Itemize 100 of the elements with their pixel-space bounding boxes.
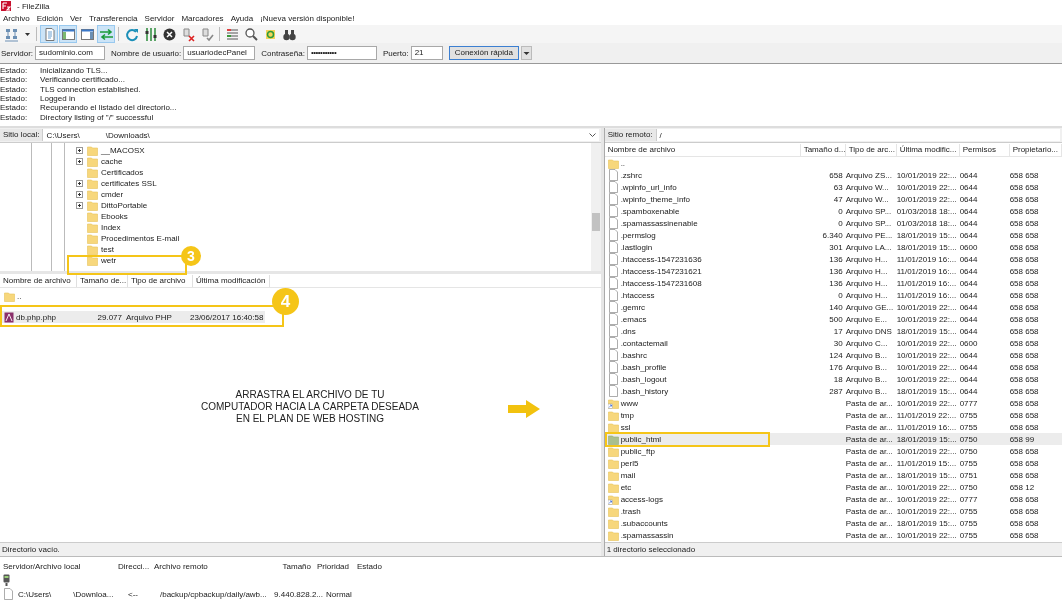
file-row[interactable]: public_html Pasta de ar... 18/01/2019 15:... 0750 658 99 xyxy=(604,433,1062,445)
path-field[interactable]: / xyxy=(656,129,1060,141)
column-header[interactable]: Tamaño d... xyxy=(800,143,846,156)
file-icon xyxy=(607,361,619,373)
file-row[interactable]: .. xyxy=(604,157,1062,169)
table-cell-text: 658 658 xyxy=(1009,326,1040,336)
folder-shortcut-icon xyxy=(607,493,619,505)
column-header[interactable]: Propietario... xyxy=(1009,143,1062,156)
menu-item[interactable]: Transferencia xyxy=(88,14,138,23)
menu-item[interactable]: Archivo xyxy=(3,14,30,23)
tree-item[interactable]: __MACOSX xyxy=(101,146,145,155)
file-row[interactable]: .htaccess-1547231621 136 Arquivo H... 11/01/2019 16:... 0644 658 658 xyxy=(604,265,1062,277)
file-row[interactable]: .permslog 6.340 Arquivo PE... 18/01/2019 15:... 0644 658 658 xyxy=(604,229,1062,241)
file-row[interactable]: .subaccounts Pasta de ar... 18/01/2019 15:... 0755 658 658 xyxy=(604,517,1062,529)
file-row[interactable]: .dns 17 Arquivo DNS 18/01/2019 15:... 0644 658 658 xyxy=(604,325,1062,337)
menu-item[interactable]: Marcadores xyxy=(181,14,224,23)
tree-item[interactable]: cache xyxy=(101,157,123,166)
file-row[interactable]: .htaccess-1547231636 136 Arquivo H... 11/01/2019 16:... 0644 658 658 xyxy=(604,253,1062,265)
arrow-icon xyxy=(508,400,540,418)
column-header[interactable]: Última modificación xyxy=(193,274,270,287)
tree-item[interactable]: DittoPortable xyxy=(101,201,148,210)
file-name: .gemrc xyxy=(620,302,646,312)
file-icon xyxy=(607,229,619,241)
column-header[interactable]: Última modific... xyxy=(896,143,960,156)
menu-item[interactable]: Ayuda xyxy=(230,14,254,23)
tree-item[interactable]: Certificados xyxy=(101,168,144,177)
column-header[interactable]: Nombre de archivo xyxy=(0,274,77,287)
tree-item[interactable]: certificates SSL xyxy=(101,179,157,188)
file-row[interactable]: db.php.php 29.077 Arquivo PHP 23/06/2017 16:40:58 xyxy=(0,311,265,323)
file-row[interactable]: .bash_logout 18 Arquivo B... 10/01/2019 22:... 0644 658 658 xyxy=(604,373,1062,385)
file-row[interactable]: .htaccess-1547231608 136 Arquivo H... 11/01/2019 16:... 0644 658 658 xyxy=(604,277,1062,289)
file-row[interactable]: .wpinfo_url_info 63 Arquivo W... 10/01/2019 22:... 0644 658 658 xyxy=(604,181,1062,193)
table-cell-text: 10/01/2019 22:... xyxy=(896,362,958,372)
file-row[interactable]: .zshrc 658 Arquivo ZS... 10/01/2019 22:... 0644 658 658 xyxy=(604,169,1062,181)
tree-item[interactable]: Index xyxy=(101,223,121,232)
folder-icon xyxy=(87,200,98,211)
column-header[interactable]: Permisos xyxy=(959,143,1010,156)
input-field[interactable]: sudominio.com xyxy=(35,46,105,60)
column-header[interactable]: Tamaño de... xyxy=(77,274,128,287)
input-field[interactable]: usuariodecPanel xyxy=(183,46,256,60)
file-row[interactable]: tmp Pasta de ar... 11/01/2019 22:... 0755 658 658 xyxy=(604,409,1062,421)
column-header[interactable]: Tipo de archivo xyxy=(128,274,193,287)
table-cell-text: 18 xyxy=(832,374,844,384)
file-row[interactable]: .gemrc 140 Arquivo GE... 10/01/2019 22:... 0644 658 658 xyxy=(604,301,1062,313)
column-header[interactable]: Nombre de archivo xyxy=(604,143,801,156)
file-row[interactable]: .bashrc 124 Arquivo B... 10/01/2019 22:... 0644 658 658 xyxy=(604,349,1062,361)
table-cell-text: 11/01/2019 16:... xyxy=(896,266,958,276)
path-field[interactable]: C:\Users\ \Downloads\ xyxy=(43,129,599,141)
file-row[interactable]: perl5 Pasta de ar... 11/01/2019 15:... 0755 658 658 xyxy=(604,457,1062,469)
column-header[interactable]: Tipo de arc... xyxy=(845,143,897,156)
quickconnect-button[interactable]: Conexión rápida xyxy=(448,46,519,60)
file-row[interactable]: .. xyxy=(0,290,265,302)
file-row[interactable]: public_ftp Pasta de ar... 10/01/2019 22:... 0750 658 658 xyxy=(604,445,1062,457)
input-field[interactable]: 21 xyxy=(410,46,443,60)
file-row[interactable]: .wpinfo_theme_info 47 Arquivo W... 10/01/2019 22:... 0644 658 658 xyxy=(604,193,1062,205)
file-row[interactable]: .spamassassin Pasta de ar... 10/01/2019 22:... 0755 658 658 xyxy=(604,529,1062,541)
menu-item[interactable]: Ver xyxy=(69,14,82,23)
folder-icon xyxy=(87,167,98,178)
column-header[interactable]: Tamaño xyxy=(263,561,314,571)
menu-item[interactable]: Servidor xyxy=(144,14,175,23)
tree-item[interactable]: wetr xyxy=(101,256,117,265)
file-row[interactable]: .bash_history 287 Arquivo B... 18/01/2019 15:... 0644 658 658 xyxy=(604,385,1062,397)
file-row[interactable]: .bash_profile 176 Arquivo B... 10/01/2019 22:... 0644 658 658 xyxy=(604,361,1062,373)
table-cell-text: 658 658 xyxy=(1009,266,1040,276)
column-header[interactable]: Direcci... xyxy=(115,561,151,571)
column-header[interactable]: Archivo remoto xyxy=(151,561,263,571)
toolbar-button[interactable] xyxy=(242,25,260,43)
table-cell-text: 0755 xyxy=(959,458,979,468)
menu-item[interactable]: Edición xyxy=(36,14,63,23)
tree-item[interactable]: Procedimentos E-mail xyxy=(101,234,180,243)
file-row[interactable]: ssl Pasta de ar... 11/01/2019 16:... 0755 658 658 xyxy=(604,421,1062,433)
file-name: tmp xyxy=(620,410,634,420)
column-header[interactable]: Prioridad xyxy=(314,561,354,571)
table-cell-text: 0755 xyxy=(959,410,979,420)
file-row[interactable]: mail Pasta de ar... 18/01/2019 15:... 0751 658 658 xyxy=(604,469,1062,481)
file-row[interactable]: .htaccess 0 Arquivo H... 11/01/2019 16:... 0644 658 658 xyxy=(604,289,1062,301)
file-row[interactable]: .lastlogin 301 Arquivo LA... 18/01/2019 15:... 0600 658 658 xyxy=(604,241,1062,253)
input-field[interactable]: ••••••••••• xyxy=(306,46,377,60)
file-row[interactable]: www Pasta de ar... 10/01/2019 22:... 0777 658 658 xyxy=(604,397,1062,409)
table-cell-text: 0777 xyxy=(959,494,979,504)
column-header[interactable]: Servidor/Archivo local xyxy=(0,561,115,571)
log-message: Verificando certificado... xyxy=(40,75,125,85)
folder-icon xyxy=(607,469,619,481)
file-row[interactable]: .contactemail 30 Arquivo C... 10/01/2019 22:... 0600 658 658 xyxy=(604,337,1062,349)
window-title: - FileZilla xyxy=(17,1,50,11)
tree-item[interactable]: cmder xyxy=(101,190,124,199)
file-row[interactable]: access-logs Pasta de ar... 10/01/2019 22:... 0777 658 658 xyxy=(604,493,1062,505)
file-row[interactable]: .trash Pasta de ar... 10/01/2019 22:... 0755 658 658 xyxy=(604,505,1062,517)
dropdown-button[interactable] xyxy=(520,46,532,60)
table-cell-text: Arquivo H... xyxy=(845,266,889,276)
file-row[interactable]: etc Pasta de ar... 10/01/2019 22:... 0750 658 12 xyxy=(604,481,1062,493)
table-cell: C:\Users\ \Downloa... xyxy=(18,589,114,599)
file-row[interactable]: .spamassassinenable 0 Arquivo SP... 01/03/2018 18:... 0644 658 658 xyxy=(604,217,1062,229)
tree-item[interactable]: Ebooks xyxy=(101,212,128,221)
menu-item[interactable]: ¡Nueva versión disponible! xyxy=(260,14,355,23)
file-row[interactable]: .spamboxenable 0 Arquivo SP... 01/03/2018 18:... 0644 658 658 xyxy=(604,205,1062,217)
tree-item[interactable]: test xyxy=(101,245,114,254)
file-row[interactable]: .emacs 500 Arquivo E... 10/01/2019 22:... 0644 658 658 xyxy=(604,313,1062,325)
scrollbar[interactable] xyxy=(590,143,601,271)
column-header[interactable]: Estado xyxy=(354,561,444,571)
